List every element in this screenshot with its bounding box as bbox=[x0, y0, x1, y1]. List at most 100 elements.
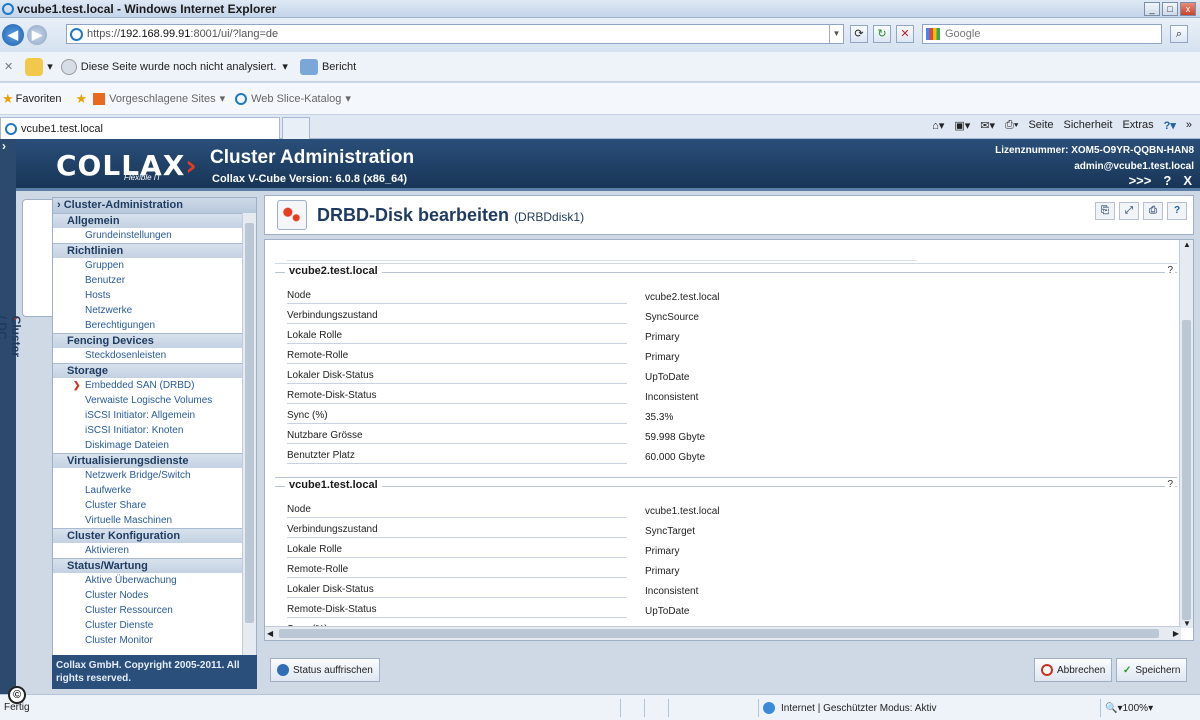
property-label: Lokale Rolle bbox=[287, 544, 627, 558]
help-icon[interactable]: ? bbox=[1163, 173, 1171, 188]
search-button[interactable]: ⌕ bbox=[1170, 25, 1188, 43]
url-rest: :8001/ui/?lang=de bbox=[190, 28, 279, 40]
nav-group-header[interactable]: Allgemein bbox=[53, 213, 256, 228]
menu-extras[interactable]: Extras bbox=[1122, 119, 1153, 132]
search-input[interactable]: Google bbox=[922, 24, 1162, 44]
fullscreen-icon[interactable]: ⤢ bbox=[1119, 202, 1139, 220]
webslice-link[interactable]: Web Slice-Katalog bbox=[251, 93, 341, 105]
address-input[interactable]: https://192.168.99.91:8001/ui/?lang=de ▼ bbox=[66, 24, 844, 44]
nav-item[interactable]: iSCSI Initiator: Allgemein bbox=[53, 408, 256, 423]
details-scrollbar-v[interactable]: ▲ ▼ bbox=[1179, 240, 1193, 628]
license-info: Lizenznummer: XOM5-O9YR-QQBN-HAN8 admin@… bbox=[995, 143, 1194, 175]
nav-item[interactable]: Cluster Ressourcen bbox=[53, 603, 256, 618]
browser-tab[interactable]: vcube1.test.local bbox=[0, 117, 280, 139]
close-window-button[interactable]: x bbox=[1180, 2, 1196, 16]
nav-item[interactable]: Verwaiste Logische Volumes bbox=[53, 393, 256, 408]
nav-item[interactable]: iSCSI Initiator: Knoten bbox=[53, 423, 256, 438]
nav-item[interactable]: Gruppen bbox=[53, 258, 256, 273]
details-scrollbar-h[interactable]: ◀ ▶ bbox=[265, 626, 1181, 640]
refresh-button[interactable]: ↻ bbox=[873, 25, 891, 43]
nav-group-header[interactable]: Cluster Konfiguration bbox=[53, 528, 256, 543]
shield-icon[interactable] bbox=[25, 57, 44, 76]
nav-item[interactable]: Aktive Überwachung bbox=[53, 573, 256, 588]
nav-group-header[interactable]: Richtlinien bbox=[53, 243, 256, 258]
nav-item[interactable]: Laufwerke bbox=[53, 483, 256, 498]
nav-item[interactable]: Benutzer bbox=[53, 273, 256, 288]
print-page-icon[interactable]: ⎙ bbox=[1143, 202, 1163, 220]
nav-item[interactable]: Grundeinstellungen bbox=[53, 228, 256, 243]
section-help-icon[interactable]: ? bbox=[1165, 265, 1175, 276]
nav-item[interactable]: Berechtigungen bbox=[53, 318, 256, 333]
nav-item[interactable]: Aktivieren bbox=[53, 543, 256, 558]
mail-icon[interactable]: ✉▾ bbox=[980, 119, 995, 132]
copyright: Collax GmbH. Copyright 2005-2011. All ri… bbox=[52, 655, 257, 689]
new-tab-button[interactable] bbox=[282, 117, 310, 139]
help-menu-icon[interactable]: ?▾ bbox=[1164, 119, 1176, 132]
page-help-icon[interactable]: ? bbox=[1167, 202, 1187, 220]
nav-item[interactable]: Embedded SAN (DRBD) bbox=[53, 378, 256, 393]
address-dropdown-icon[interactable]: ▼ bbox=[829, 25, 843, 43]
nav-scrollbar[interactable] bbox=[242, 213, 256, 666]
add-favorite-icon[interactable]: ★ bbox=[76, 91, 88, 107]
nav-item[interactable]: Netzwerke bbox=[53, 303, 256, 318]
suggested-sites-link[interactable]: Vorgeschlagene Sites bbox=[109, 93, 215, 105]
property-row: Node vcube1.test.local bbox=[275, 501, 1177, 521]
node-section: vcube2.test.local? Node vcube2.test.local V… bbox=[275, 265, 1177, 478]
close-bar-icon[interactable]: ✕ bbox=[4, 60, 13, 73]
nav-item[interactable]: Virtuelle Maschinen bbox=[53, 513, 256, 528]
report-button[interactable]: Bericht bbox=[322, 61, 356, 73]
nav-item[interactable]: Cluster Dienste bbox=[53, 618, 256, 633]
property-value: 60.000 Gbyte bbox=[645, 452, 706, 463]
property-row: Lokaler Disk-Status Inconsistent bbox=[275, 581, 1177, 601]
compat-view-button[interactable]: ⟳ bbox=[850, 25, 868, 43]
nav-group-header[interactable]: Fencing Devices bbox=[53, 333, 256, 348]
maximize-button[interactable]: □ bbox=[1162, 2, 1178, 16]
refresh-status-button[interactable]: Status auffrischen bbox=[270, 658, 380, 682]
save-button[interactable]: ✓ Speichern bbox=[1116, 658, 1188, 682]
menu-seite[interactable]: Seite bbox=[1028, 119, 1053, 132]
app-title: Cluster Administration bbox=[210, 147, 415, 168]
nav-group-header[interactable]: Storage bbox=[53, 363, 256, 378]
property-label: Remote-Rolle bbox=[287, 564, 627, 578]
nav-item[interactable]: Hosts bbox=[53, 288, 256, 303]
tab-cluster-dc[interactable]: › Cluster / DC bbox=[0, 199, 52, 357]
node-section: vcube1.test.local? Node vcube1.test.local V… bbox=[275, 479, 1177, 638]
suggested-sites-icon bbox=[93, 92, 106, 105]
forward-button[interactable]: ▶ bbox=[27, 25, 47, 45]
export-icon[interactable]: ⎘ bbox=[1095, 202, 1115, 220]
property-label: Lokale Rolle bbox=[287, 330, 627, 344]
menu-sicherheit[interactable]: Sicherheit bbox=[1064, 119, 1113, 132]
back-button[interactable]: ◀ bbox=[2, 24, 24, 46]
section-help-icon[interactable]: ? bbox=[1165, 479, 1175, 490]
collapse-strip[interactable]: › bbox=[0, 139, 16, 694]
nav-item[interactable]: Cluster Monitor bbox=[53, 633, 256, 648]
property-row: Sync (%) 35.3% bbox=[275, 407, 1177, 427]
favorites-button[interactable]: Favoriten bbox=[16, 93, 62, 105]
cancel-button[interactable]: Abbrechen bbox=[1034, 658, 1113, 682]
stop-button[interactable]: ✕ bbox=[896, 25, 914, 43]
nav-title[interactable]: › Cluster-Administration bbox=[53, 198, 256, 213]
nav-item[interactable]: Cluster Share bbox=[53, 498, 256, 513]
property-value: SyncTarget bbox=[645, 526, 696, 537]
property-row: Node vcube2.test.local bbox=[275, 287, 1177, 307]
nav-item[interactable]: Steckdosenleisten bbox=[53, 348, 256, 363]
analysis-status[interactable]: Diese Seite wurde noch nicht analysiert. bbox=[81, 61, 277, 73]
nav-group-header[interactable]: Status/Wartung bbox=[53, 558, 256, 573]
print-icon[interactable]: ⎙▾ bbox=[1005, 119, 1018, 132]
nav-item[interactable]: Netzwerk Bridge/Switch bbox=[53, 468, 256, 483]
logout-icon[interactable]: X bbox=[1183, 173, 1192, 188]
webslice-icon bbox=[235, 92, 248, 105]
nav-item[interactable]: Cluster Nodes bbox=[53, 588, 256, 603]
feeds-icon[interactable]: ▣▾ bbox=[954, 119, 970, 132]
zoom-control[interactable]: 🔍▾ 100% ▾ bbox=[1100, 699, 1200, 717]
nav-item[interactable]: Diskimage Dateien bbox=[53, 438, 256, 453]
property-value: SyncSource bbox=[645, 312, 699, 323]
security-zone[interactable]: Internet | Geschützter Modus: Aktiv bbox=[758, 699, 1018, 717]
nav-group-header[interactable]: Virtualisierungsdienste bbox=[53, 453, 256, 468]
minimize-button[interactable]: _ bbox=[1144, 2, 1160, 16]
overflow-icon[interactable]: » bbox=[1186, 119, 1192, 132]
property-value: Primary bbox=[645, 332, 680, 343]
home-icon[interactable]: ⌂▾ bbox=[932, 119, 944, 132]
property-value: Primary bbox=[645, 546, 680, 557]
expand-icon[interactable]: >>> bbox=[1129, 173, 1152, 188]
